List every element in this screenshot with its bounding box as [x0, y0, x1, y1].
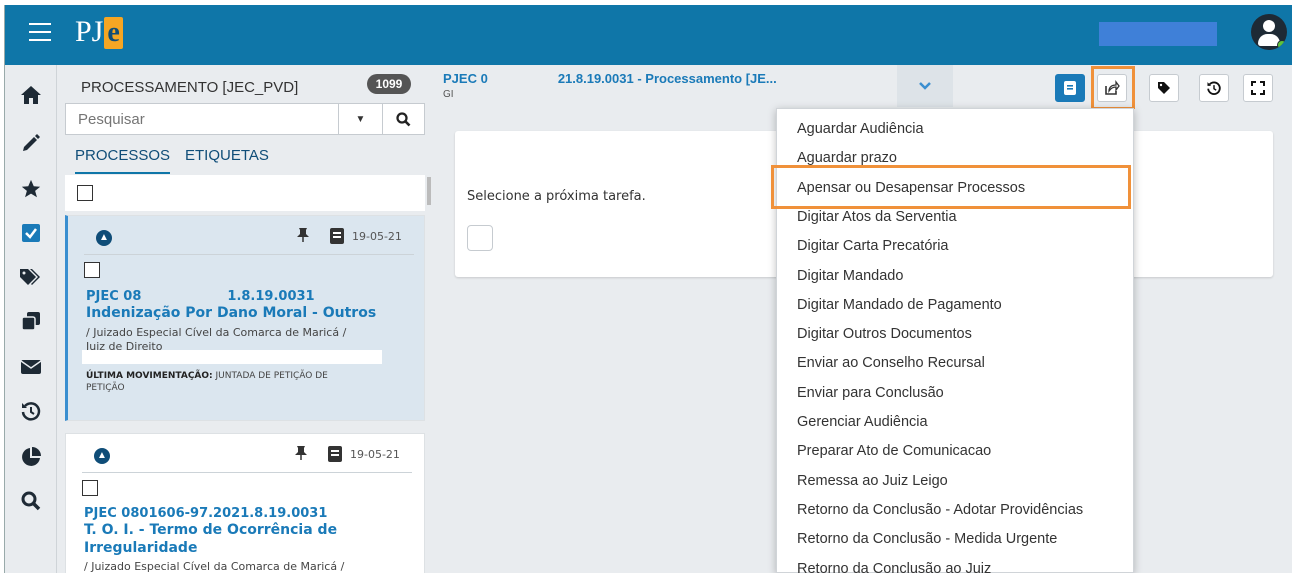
process-subtitle: GI — [443, 89, 454, 100]
process-class: Indenização Por Dano Moral - Outros — [86, 305, 377, 321]
select-all-checkbox[interactable] — [77, 185, 93, 201]
menu-item-highlight — [771, 165, 1131, 209]
book-icon[interactable] — [330, 228, 344, 244]
process-card[interactable]: ▲ 19-05-21 PJEC 0801606-97.2021.8.19.003… — [65, 433, 425, 573]
envelope-icon[interactable] — [19, 355, 43, 379]
menu-item[interactable]: Enviar ao Conselho Recursal — [797, 355, 985, 371]
documents-button[interactable] — [1055, 74, 1085, 102]
left-nav — [5, 65, 57, 573]
redacted-block — [82, 350, 382, 364]
app-window: PJ e PROCESSAMENTO [JEC_PVD] 1099 Pesqui… — [4, 5, 1292, 573]
menu-item[interactable]: Remessa ao Juiz Leigo — [797, 473, 948, 489]
process-org: / Juizado Especial Cível da Comarca de M… — [86, 326, 347, 339]
history-icon[interactable] — [19, 399, 43, 423]
tags-icon[interactable] — [19, 265, 43, 289]
search-icon — [396, 111, 411, 126]
card-date: 19-05-21 — [350, 448, 400, 461]
book-icon[interactable] — [328, 446, 342, 462]
pin-icon[interactable] — [296, 227, 310, 246]
queue-count-badge: 1099 — [367, 74, 411, 94]
tab-processos[interactable]: PROCESSOS — [75, 147, 171, 174]
last-movement: ÚLTIMA MOVIMENTAÇÃO: JUNTADA DE PETIÇÃO … — [86, 371, 328, 393]
search-button[interactable] — [382, 104, 424, 134]
process-card[interactable]: ▲ 19-05-21 PJEC 08 1.8.19.0031 Indenizaçã… — [65, 215, 425, 421]
menu-item[interactable]: Gerenciar Audiência — [797, 414, 928, 430]
menu-item[interactable]: Digitar Outros Documentos — [797, 326, 972, 342]
search-filter-dropdown[interactable]: ▼ — [338, 104, 382, 134]
process-title[interactable]: PJEC 0 21.8.19.0031 - Processamento [JE..… — [443, 71, 777, 86]
task-select[interactable] — [467, 225, 493, 251]
search-icon[interactable] — [19, 489, 43, 513]
process-header: PJEC 0 21.8.19.0031 - Processamento [JE..… — [433, 65, 1292, 110]
menu-item[interactable]: Digitar Carta Precatória — [797, 238, 949, 254]
menu-item[interactable]: Retorno da Conclusão ao Juiz — [797, 561, 991, 573]
tab-etiquetas[interactable]: ETIQUETAS — [185, 147, 269, 164]
menu-item[interactable]: Retorno da Conclusão - Adotar Providênci… — [797, 502, 1083, 518]
card-divider — [84, 254, 414, 255]
process-class-line2: Irregularidade — [84, 540, 198, 556]
task-prompt: Selecione a próxima tarefa. — [467, 189, 646, 204]
history-icon — [1207, 81, 1221, 95]
pie-chart-icon[interactable] — [19, 445, 43, 469]
process-list-panel: PROCESSAMENTO [JEC_PVD] 1099 ▼ PROCESSOS… — [59, 65, 431, 573]
move-task-highlight — [1091, 66, 1135, 110]
select-all-row — [65, 175, 425, 211]
search-input[interactable] — [66, 104, 338, 134]
menu-item[interactable]: Retorno da Conclusão - Medida Urgente — [797, 531, 1057, 547]
pin-icon[interactable] — [294, 445, 308, 464]
home-icon[interactable] — [19, 83, 43, 107]
chevron-down-icon[interactable] — [897, 65, 953, 107]
top-bar: PJ e — [5, 5, 1292, 65]
list-scrollbar[interactable] — [427, 177, 431, 205]
pje-logo[interactable]: PJ e — [75, 15, 123, 49]
online-status-dot — [1277, 40, 1287, 50]
user-avatar-icon[interactable] — [1251, 14, 1287, 50]
checkbox-tasks-icon[interactable] — [19, 221, 43, 245]
menu-item[interactable]: Digitar Atos da Serventia — [797, 209, 957, 225]
process-org: / Juizado Especial Cível da Comarca de M… — [84, 560, 345, 573]
list-tabs: PROCESSOS ETIQUETAS — [65, 139, 425, 175]
menu-item[interactable]: Aguardar prazo — [797, 150, 897, 166]
search-box: ▼ — [65, 103, 425, 135]
queue-title: PROCESSAMENTO [JEC_PVD] — [81, 79, 299, 96]
menu-item[interactable]: Digitar Mandado de Pagamento — [797, 297, 1002, 313]
menu-item[interactable]: Enviar para Conclusão — [797, 385, 944, 401]
card-divider — [82, 472, 412, 473]
copy-icon[interactable] — [19, 309, 43, 333]
menu-item[interactable]: Preparar Ato de Comunicacao — [797, 443, 991, 459]
history-button[interactable] — [1199, 74, 1229, 102]
priority-up-icon[interactable]: ▲ — [96, 230, 112, 246]
logo-accent: e — [104, 17, 123, 49]
process-number-link[interactable]: PJEC 08 1.8.19.0031 — [86, 289, 315, 304]
star-icon[interactable] — [19, 177, 43, 201]
card-checkbox[interactable] — [82, 480, 98, 496]
menu-item[interactable]: Digitar Mandado — [797, 268, 903, 284]
hamburger-menu-icon[interactable] — [29, 23, 51, 43]
expand-icon — [1251, 81, 1265, 95]
book-icon — [1064, 81, 1076, 95]
process-class: T. O. I. - Termo de Ocorrência de — [84, 522, 338, 538]
menu-item[interactable]: Aguardar Audiência — [797, 121, 924, 137]
user-name-redacted[interactable] — [1099, 22, 1217, 46]
tag-icon — [1158, 82, 1170, 94]
logo-text: PJ — [75, 15, 104, 48]
card-checkbox[interactable] — [84, 262, 100, 278]
process-number-link[interactable]: PJEC 0801606-97.2021.8.19.0031 — [84, 506, 327, 521]
priority-up-icon[interactable]: ▲ — [94, 448, 110, 464]
tag-button[interactable] — [1149, 74, 1179, 102]
fullscreen-button[interactable] — [1243, 74, 1273, 102]
pencil-icon[interactable] — [19, 131, 43, 155]
card-date: 19-05-21 — [352, 230, 402, 243]
